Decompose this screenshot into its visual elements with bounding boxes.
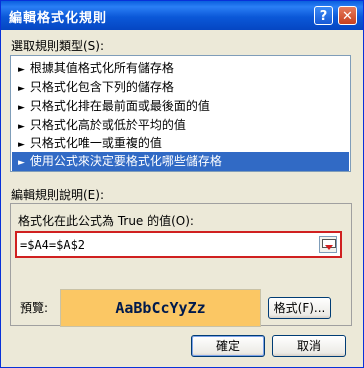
formula-value[interactable]: =$A4=$A$2 [20, 238, 85, 252]
bullet-icon: ► [18, 158, 25, 168]
bullet-icon: ► [18, 84, 25, 94]
help-button[interactable]: ? [314, 6, 333, 25]
formula-label: 格式化在此公式為 True 的值(O): [18, 214, 194, 228]
title-bar[interactable]: 編輯格式化規則 ? ✕ [1, 1, 363, 30]
rule-type-item[interactable]: ► 只格式化排在最前面或最後面的值 [12, 97, 349, 116]
rule-type-item[interactable]: ► 根據其值格式化所有儲存格 [12, 59, 349, 78]
edit-rule-label: 編輯規則說明(E): [11, 188, 104, 202]
preview-label: 預覽: [20, 301, 49, 315]
rule-type-item[interactable]: ► 只格式化高於或低於平均的值 [12, 116, 349, 135]
rule-type-item-selected[interactable]: ► 使用公式來決定要格式化哪些儲存格 [12, 152, 349, 171]
format-button[interactable]: 格式(F)... [268, 297, 331, 319]
bullet-icon: ► [18, 122, 25, 132]
preview-sample: AaBbCcYyZz [60, 289, 261, 327]
rule-type-item[interactable]: ► 只格式化包含下列的儲存格 [12, 78, 349, 97]
ok-button[interactable]: 確定 [191, 335, 265, 357]
window-title: 編輯格式化規則 [9, 11, 108, 26]
red-arrow-icon [325, 245, 333, 250]
edit-formatting-rule-dialog: 編輯格式化規則 ? ✕ 選取規則類型(S): ► 根據其值格式化所有儲存格 ► 只格… [0, 0, 364, 368]
collapse-dialog-button[interactable] [319, 236, 337, 253]
formula-input[interactable]: =$A4=$A$2 [15, 231, 342, 258]
cancel-button[interactable]: 取消 [272, 335, 346, 357]
rule-type-label: 選取規則類型(S): [11, 39, 105, 53]
bullet-icon: ► [18, 140, 25, 150]
close-button[interactable]: ✕ [338, 6, 357, 25]
bullet-icon: ► [18, 103, 25, 113]
rule-type-list[interactable]: ► 根據其值格式化所有儲存格 ► 只格式化包含下列的儲存格 ► 只格式化排在最前面或最… [10, 55, 351, 172]
rule-type-item[interactable]: ► 只格式化唯一或重複的值 [12, 134, 349, 153]
bullet-icon: ► [18, 65, 25, 75]
